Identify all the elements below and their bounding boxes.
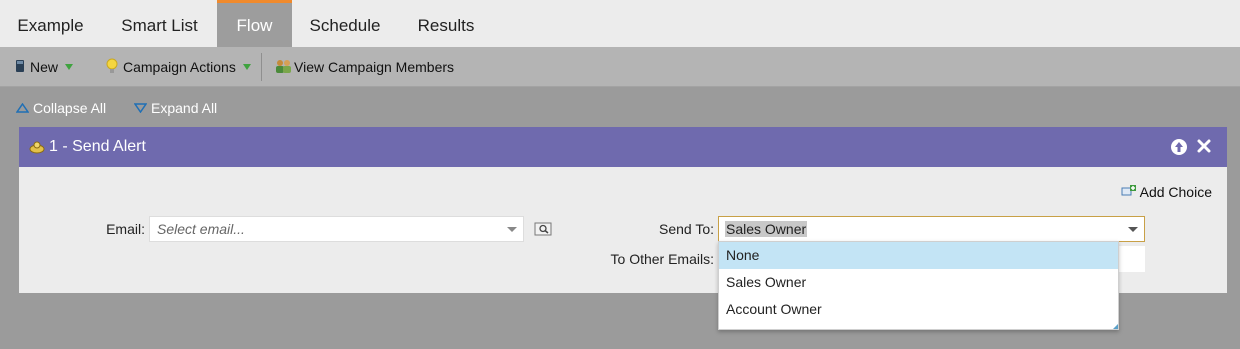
email-label: Email: xyxy=(106,221,145,237)
collapse-all-label: Collapse All xyxy=(33,100,107,116)
dropdown-option-sales-owner[interactable]: Sales Owner xyxy=(719,269,1118,296)
send-to-value: Sales Owner xyxy=(725,221,808,237)
move-up-button[interactable] xyxy=(1171,139,1187,155)
view-campaign-members-label: View Campaign Members xyxy=(294,59,455,75)
tab-smart-list[interactable]: Smart List xyxy=(101,0,218,47)
delete-step-button[interactable] xyxy=(1195,136,1213,156)
send-to-label: Send To: xyxy=(658,221,714,237)
dropdown-option-none[interactable]: None xyxy=(719,242,1118,269)
email-placeholder: Select email... xyxy=(157,221,245,237)
dropdown-option-account-owner[interactable]: Account Owner xyxy=(719,296,1118,323)
other-emails-input[interactable] xyxy=(1117,246,1145,272)
tab-flow[interactable]: Flow xyxy=(217,0,292,47)
lightbulb-icon xyxy=(106,58,118,77)
collapse-icon xyxy=(16,103,33,113)
toolbar-divider xyxy=(261,53,262,81)
add-choice-button[interactable]: Add Choice xyxy=(1121,183,1212,201)
email-select[interactable]: Select email... xyxy=(149,216,524,242)
campaign-actions-label: Campaign Actions xyxy=(123,59,236,75)
expand-icon xyxy=(134,103,151,113)
email-lookup-button[interactable] xyxy=(534,222,552,241)
dropdown-arrow-icon xyxy=(242,64,251,70)
new-document-icon xyxy=(15,59,25,76)
tab-results[interactable]: Results xyxy=(398,0,494,47)
arrow-up-icon xyxy=(1175,142,1183,152)
collapse-all-link[interactable]: Collapse All xyxy=(16,99,106,117)
campaign-actions-button[interactable]: Campaign Actions xyxy=(106,47,251,87)
tab-bar: Example Smart List Flow Schedule Results xyxy=(0,0,1240,47)
expand-all-label: Expand All xyxy=(151,100,218,116)
new-button[interactable]: New xyxy=(15,47,74,87)
close-icon xyxy=(1197,139,1211,153)
magnifier-icon xyxy=(534,222,552,236)
flow-step-header[interactable]: 1 - Send Alert xyxy=(19,127,1227,167)
send-alert-icon xyxy=(29,140,45,159)
view-campaign-members-button[interactable]: View Campaign Members xyxy=(275,47,454,87)
other-emails-label: To Other Emails: xyxy=(610,251,714,267)
chevron-down-icon xyxy=(1128,227,1138,232)
dropdown-arrow-icon xyxy=(65,64,74,70)
send-to-select[interactable]: Sales Owner xyxy=(718,216,1145,242)
tab-schedule[interactable]: Schedule xyxy=(292,0,398,47)
toolbar: New Campaign Actions View Campaign Membe… xyxy=(0,47,1240,87)
expand-all-link[interactable]: Expand All xyxy=(134,99,217,117)
tab-example[interactable]: Example xyxy=(0,0,101,47)
new-label: New xyxy=(30,59,59,75)
resize-handle-icon[interactable] xyxy=(1113,324,1118,329)
members-icon xyxy=(275,58,292,77)
add-choice-icon xyxy=(1121,184,1137,201)
add-choice-label: Add Choice xyxy=(1139,184,1212,200)
chevron-down-icon xyxy=(507,227,517,232)
flow-step-title: 1 - Send Alert xyxy=(49,138,146,155)
send-to-dropdown-list: None Sales Owner Account Owner xyxy=(718,241,1119,330)
